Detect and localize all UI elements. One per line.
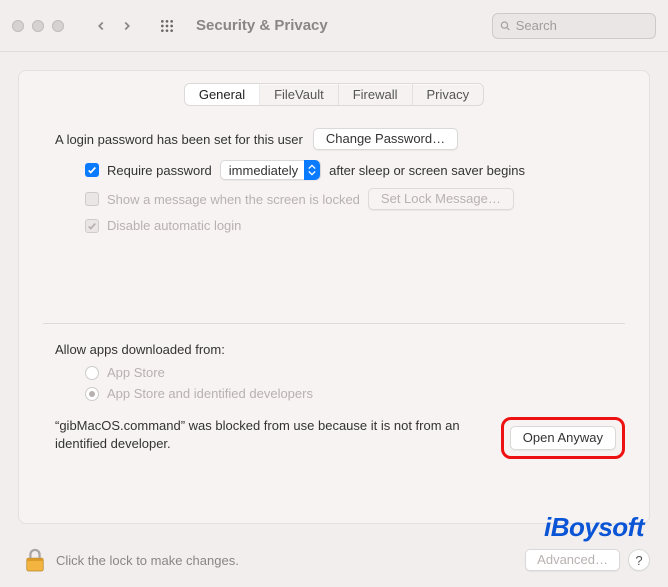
show-message-row: Show a message when the screen is locked… — [85, 188, 613, 210]
radio-app-store-identified-label: App Store and identified developers — [107, 386, 313, 401]
password-set-text: A login password has been set for this u… — [55, 132, 303, 147]
show-all-button[interactable] — [154, 13, 180, 39]
require-password-label-before: Require password — [107, 163, 212, 178]
footer: Click the lock to make changes. Advanced… — [0, 533, 668, 587]
tab-firewall[interactable]: Firewall — [339, 84, 413, 105]
open-anyway-button[interactable]: Open Anyway — [510, 426, 616, 450]
minimize-window-button[interactable] — [32, 20, 44, 32]
disable-auto-login-row: Disable automatic login — [85, 218, 613, 233]
require-password-label-after: after sleep or screen saver begins — [329, 163, 525, 178]
zoom-window-button[interactable] — [52, 20, 64, 32]
search-field[interactable] — [492, 13, 656, 39]
search-icon — [500, 20, 511, 32]
show-message-checkbox — [85, 192, 99, 206]
radio-app-store-identified-row: App Store and identified developers — [85, 386, 649, 401]
lock-text: Click the lock to make changes. — [56, 553, 239, 568]
allow-apps-heading: Allow apps downloaded from: — [19, 324, 649, 365]
forward-button[interactable] — [114, 13, 140, 39]
check-icon — [87, 221, 97, 231]
traffic-lights — [12, 20, 64, 32]
require-password-delay-popup[interactable]: immediately — [220, 160, 321, 180]
radio-app-store — [85, 366, 99, 380]
open-anyway-highlight: Open Anyway — [501, 417, 625, 459]
popup-arrows-icon — [304, 160, 320, 180]
set-lock-message-button: Set Lock Message… — [368, 188, 514, 210]
toolbar: Security & Privacy — [0, 0, 668, 52]
disable-auto-login-checkbox — [85, 219, 99, 233]
radio-app-store-identified — [85, 387, 99, 401]
advanced-button[interactable]: Advanced… — [525, 549, 620, 571]
radio-app-store-row: App Store — [85, 365, 649, 380]
tab-general[interactable]: General — [185, 84, 260, 105]
change-password-button[interactable]: Change Password… — [313, 128, 458, 150]
login-section: A login password has been set for this u… — [19, 106, 649, 233]
lock-icon — [24, 547, 46, 573]
disable-auto-login-label: Disable automatic login — [107, 218, 241, 233]
require-password-row: Require password immediately after sleep… — [85, 160, 613, 180]
window-title: Security & Privacy — [196, 17, 328, 34]
tab-filevault[interactable]: FileVault — [260, 84, 339, 105]
check-icon — [87, 165, 97, 175]
tab-bar: General FileVault Firewall Privacy — [184, 83, 484, 106]
content-panel: General FileVault Firewall Privacy A log… — [18, 70, 650, 524]
lock-row[interactable]: Click the lock to make changes. — [24, 547, 239, 573]
help-button[interactable]: ? — [628, 549, 650, 571]
radio-app-store-label: App Store — [107, 365, 165, 380]
blocked-app-row: “gibMacOS.command” was blocked from use … — [19, 407, 649, 459]
require-password-checkbox[interactable] — [85, 163, 99, 177]
search-input[interactable] — [516, 18, 648, 33]
back-button[interactable] — [88, 13, 114, 39]
require-password-delay-value: immediately — [229, 163, 304, 178]
show-message-label: Show a message when the screen is locked — [107, 192, 360, 207]
close-window-button[interactable] — [12, 20, 24, 32]
blocked-app-message: “gibMacOS.command” was blocked from use … — [55, 417, 465, 452]
tab-privacy[interactable]: Privacy — [413, 84, 484, 105]
